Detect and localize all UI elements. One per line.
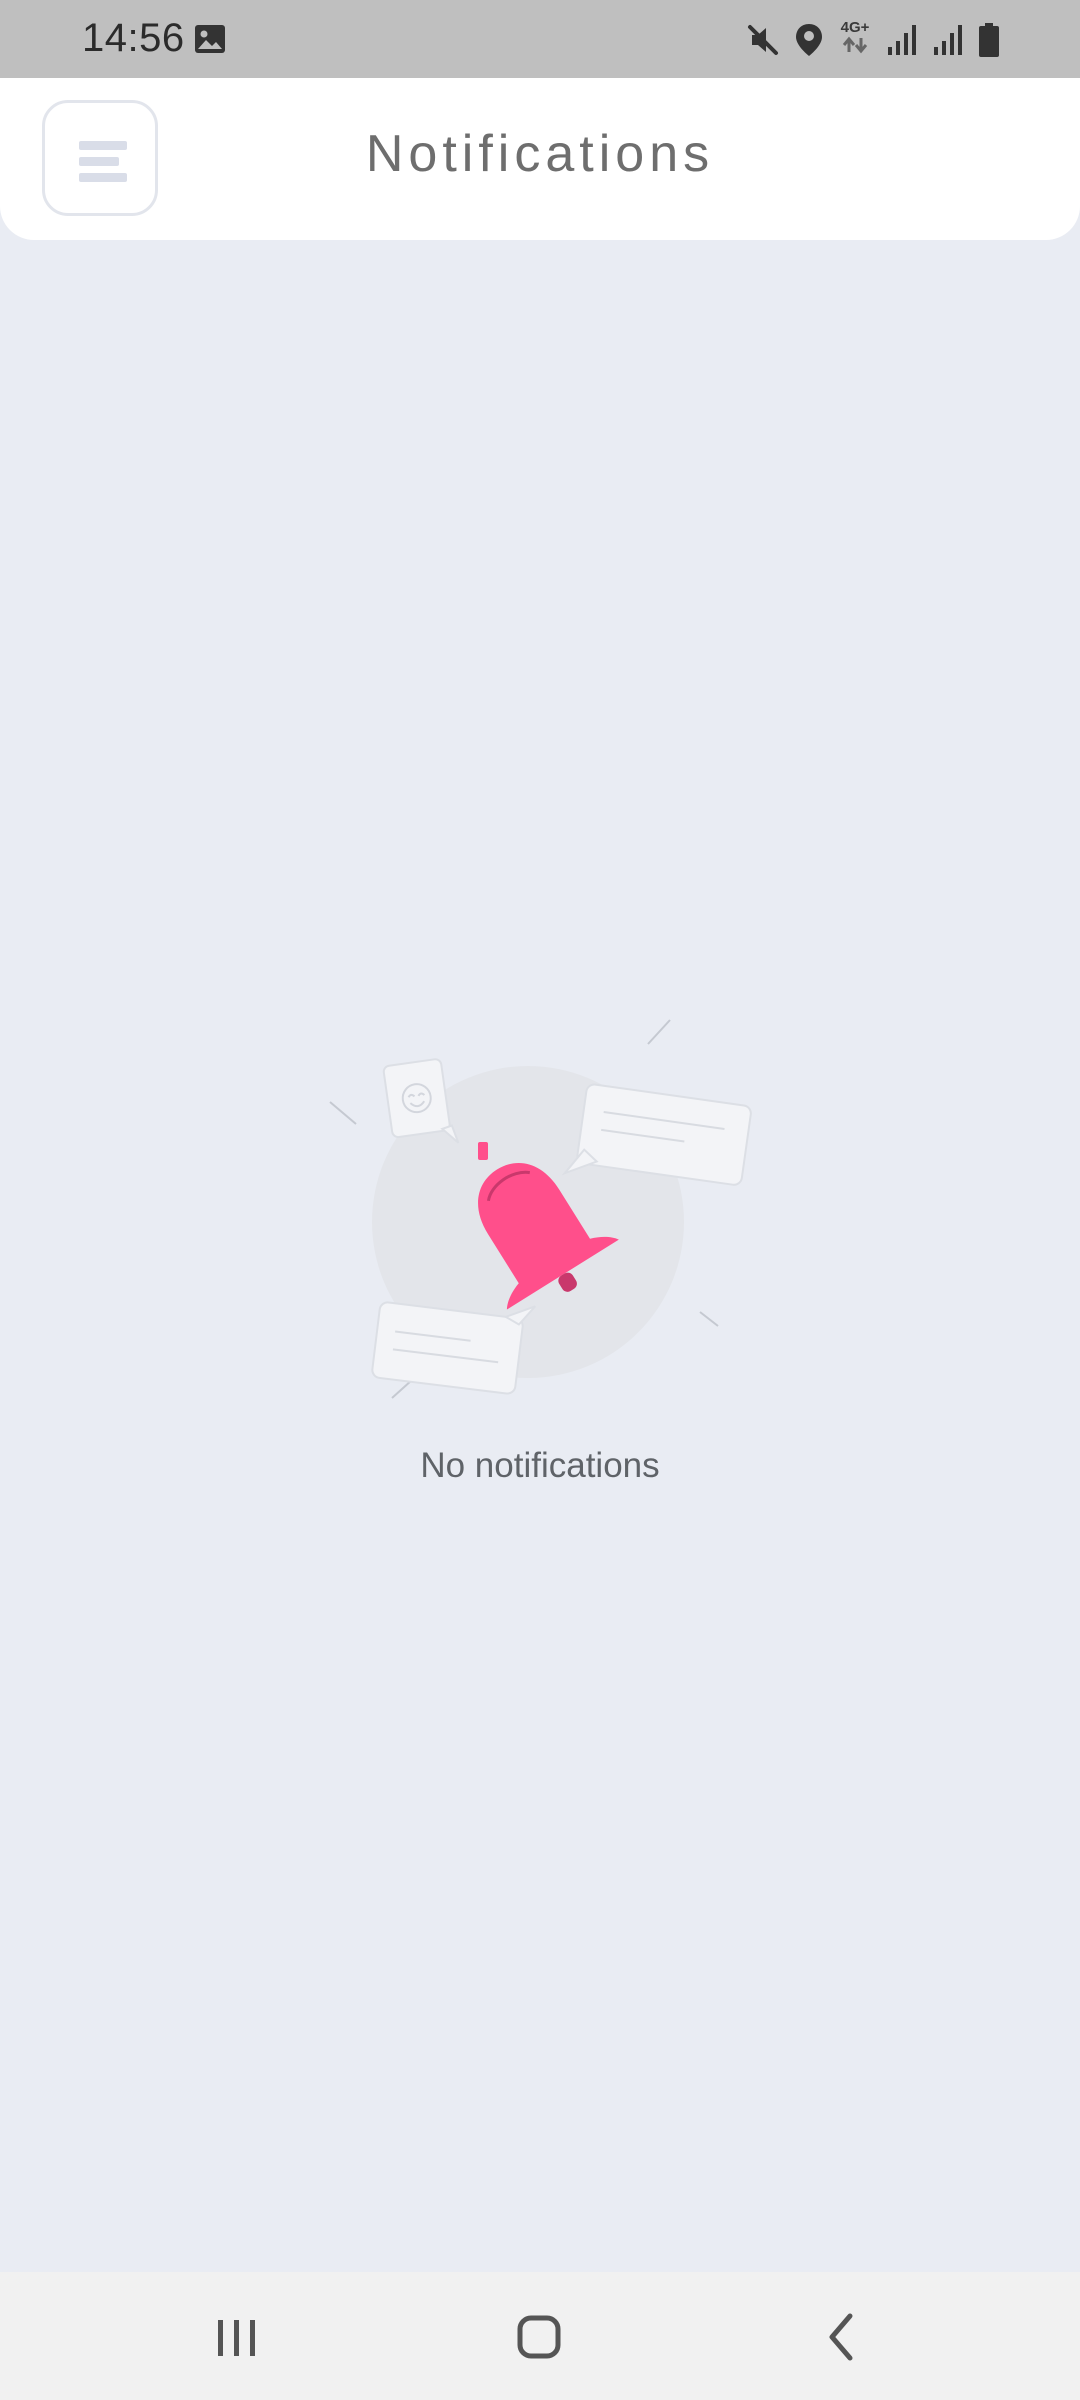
location-icon (796, 24, 822, 56)
battery-icon (979, 23, 999, 57)
status-bar: 14:56 4G+ (0, 0, 1080, 78)
mute-icon (748, 25, 778, 55)
status-icons: 4G+ (746, 18, 1000, 62)
back-icon[interactable] (808, 2302, 878, 2372)
empty-state-message: No notifications (420, 1446, 660, 1485)
data-arrows-icon (842, 36, 868, 54)
system-nav-bar (0, 2272, 1080, 2400)
gallery-icon (195, 25, 225, 53)
home-icon[interactable] (504, 2302, 574, 2372)
bell-icon (329, 1019, 752, 1399)
network-type-label: 4G+ (840, 19, 870, 36)
app-header: Notifications (0, 78, 1080, 240)
page-title: Notifications (365, 125, 715, 183)
recents-icon[interactable] (202, 2302, 272, 2372)
network-indicator: 4G+ (838, 20, 872, 60)
status-time: 14:56 (82, 16, 185, 60)
signal-icon (888, 25, 916, 55)
signal-icon (934, 25, 962, 55)
